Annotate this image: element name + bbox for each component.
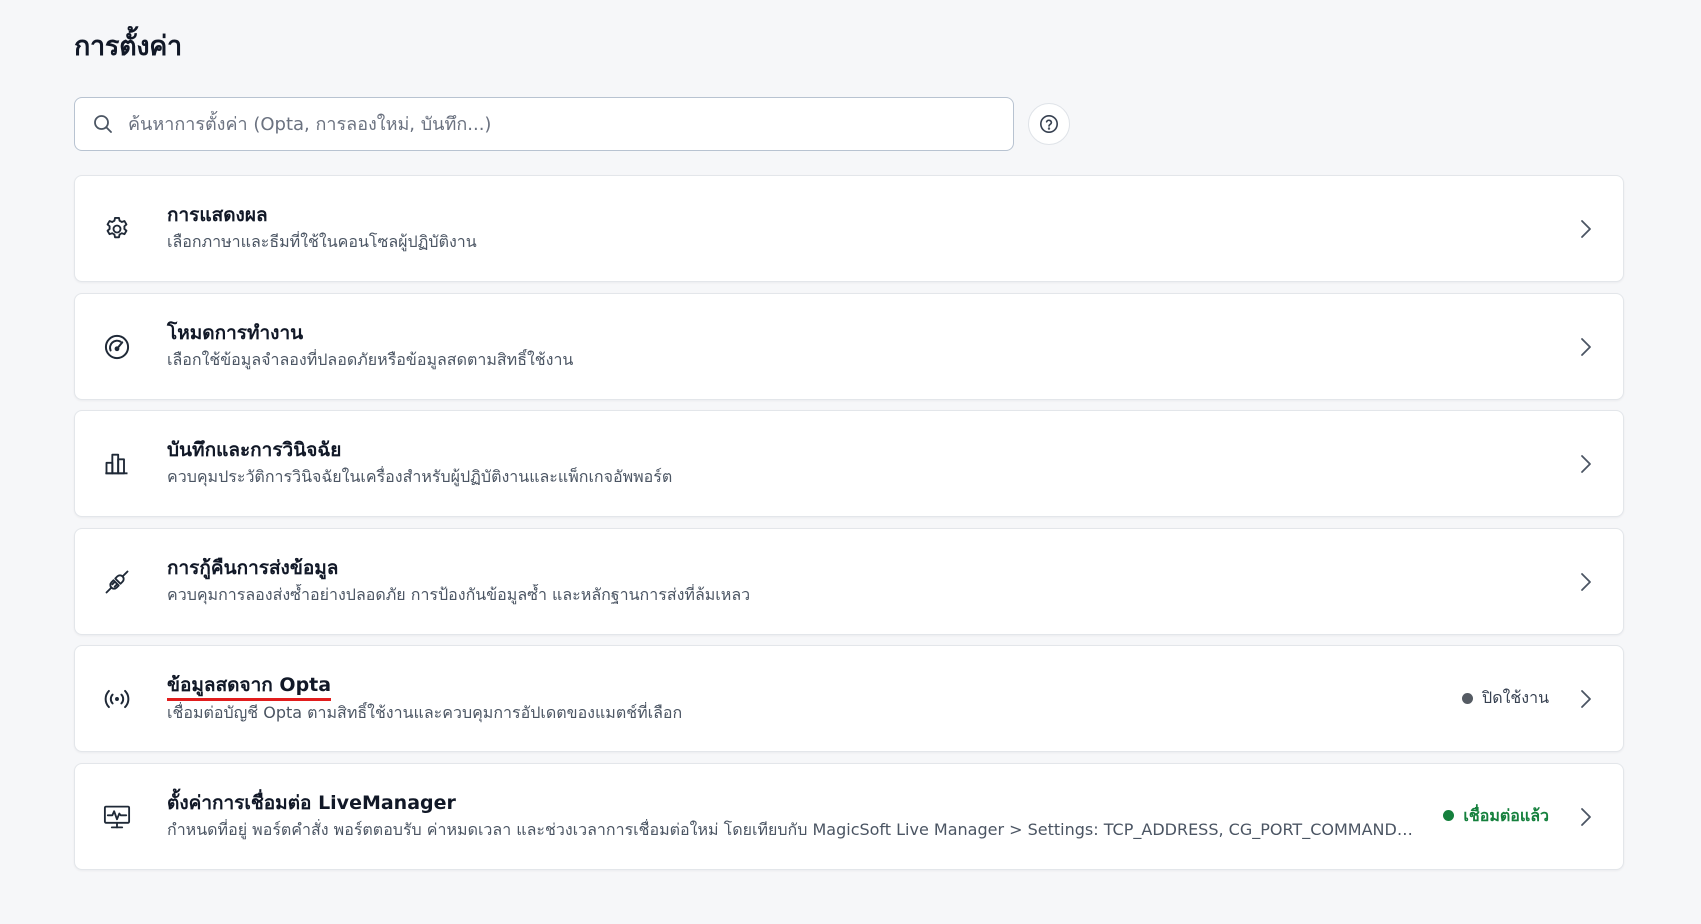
card-description: เลือกภาษาและธีมที่ใช้ในคอนโซลผู้ปฏิบัติง… [167, 232, 477, 251]
card-description: เลือกใช้ข้อมูลจำลองที่ปลอดภัยหรือข้อมูลส… [167, 349, 574, 369]
settings-card-display[interactable]: การแสดงผล เลือกภาษาและธีมที่ใช้ในคอนโซลผ… [74, 175, 1624, 282]
card-text: ข้อมูลสดจาก Opta เชื่อมต่อบัญชี Opta ตาม… [167, 672, 1467, 724]
search-box[interactable] [74, 97, 1014, 151]
bar-chart-icon [101, 448, 133, 480]
card-text: ตั้งค่าการเชื่อมต่อ LiveManager กำหนดที่… [167, 790, 1467, 841]
card-title: ตั้งค่าการเชื่อมต่อ LiveManager [167, 791, 456, 814]
chevron-right-icon [1575, 687, 1597, 711]
card-description: ควบคุมการลองส่งซ้ำอย่างปลอดภัย การป้องกั… [167, 584, 751, 604]
card-title: ข้อมูลสดจาก Opta [167, 672, 1467, 701]
card-text: โหมดการทำงาน เลือกใช้ข้อมูลจำลองที่ปลอดภ… [167, 320, 1467, 371]
plug-icon [101, 566, 133, 598]
status-badge: เชื่อมต่อแล้ว [1443, 804, 1549, 828]
chevron-right-icon [1575, 805, 1597, 829]
monitor-pulse-icon [101, 801, 133, 833]
search-icon [92, 113, 114, 135]
card-title: บันทึกและการวินิจฉัย [167, 439, 342, 461]
status-badge: ปิดใช้งาน [1462, 686, 1549, 710]
settings-card-delivery-recovery[interactable]: การกู้คืนการส่งข้อมูล ควบคุมการลองส่งซ้ำ… [74, 527, 1624, 635]
card-text: บันทึกและการวินิจฉัย ควบคุมประวัติการวิน… [167, 437, 1467, 488]
chevron-right-icon [1575, 452, 1597, 476]
chevron-right-icon [1575, 335, 1597, 359]
broadcast-icon [101, 683, 133, 715]
search-input[interactable] [128, 104, 1013, 144]
search-row [74, 97, 1074, 153]
page-title: การตั้งค่า [74, 31, 182, 62]
highlighted-title: ข้อมูลสดจาก Opta [167, 673, 332, 701]
status-text: เชื่อมต่อแล้ว [1463, 805, 1549, 825]
gear-icon [101, 213, 133, 245]
chevron-right-icon [1575, 570, 1597, 594]
card-description: ควบคุมประวัติการวินิจฉัยในเครื่องสำหรับผ… [167, 467, 673, 486]
help-button[interactable] [1028, 103, 1070, 145]
status-dot [1443, 810, 1455, 821]
card-title: การกู้คืนการส่งข้อมูล [167, 556, 339, 579]
settings-list: การแสดงผล เลือกภาษาและธีมที่ใช้ในคอนโซลผ… [74, 175, 1624, 880]
status-dot [1462, 692, 1474, 704]
help-circle-icon [1039, 114, 1059, 134]
chevron-right-icon [1575, 217, 1597, 241]
card-text: การแสดงผล เลือกภาษาและธีมที่ใช้ในคอนโซลผ… [167, 202, 1467, 253]
gauge-icon [101, 331, 133, 363]
card-title: การแสดงผล [167, 204, 268, 226]
settings-card-livemanager-connection[interactable]: ตั้งค่าการเชื่อมต่อ LiveManager กำหนดที่… [74, 762, 1624, 870]
settings-card-logs-diagnostics[interactable]: บันทึกและการวินิจฉัย ควบคุมประวัติการวิน… [74, 410, 1624, 517]
status-text: ปิดใช้งาน [1482, 688, 1549, 707]
card-title: โหมดการทำงาน [167, 321, 304, 344]
settings-page: การตั้งค่า ค้นหาการตั้งค่า (Opta, การลอง… [0, 0, 1701, 924]
settings-card-operating-mode[interactable]: โหมดการทำงาน เลือกใช้ข้อมูลจำลองที่ปลอดภ… [74, 292, 1624, 400]
card-description: กำหนดที่อยู่ พอร์ตคำสั่ง พอร์ตตอบรับ ค่า… [167, 819, 1417, 839]
settings-card-opta-live-data[interactable]: ข้อมูลสดจาก Opta เชื่อมต่อบัญชี Opta ตาม… [74, 645, 1624, 752]
card-text: การกู้คืนการส่งข้อมูล ควบคุมการลองส่งซ้ำ… [167, 555, 1467, 606]
card-description: เชื่อมต่อบัญชี Opta ตามสิทธิ์ใช้งานและคว… [167, 703, 683, 722]
